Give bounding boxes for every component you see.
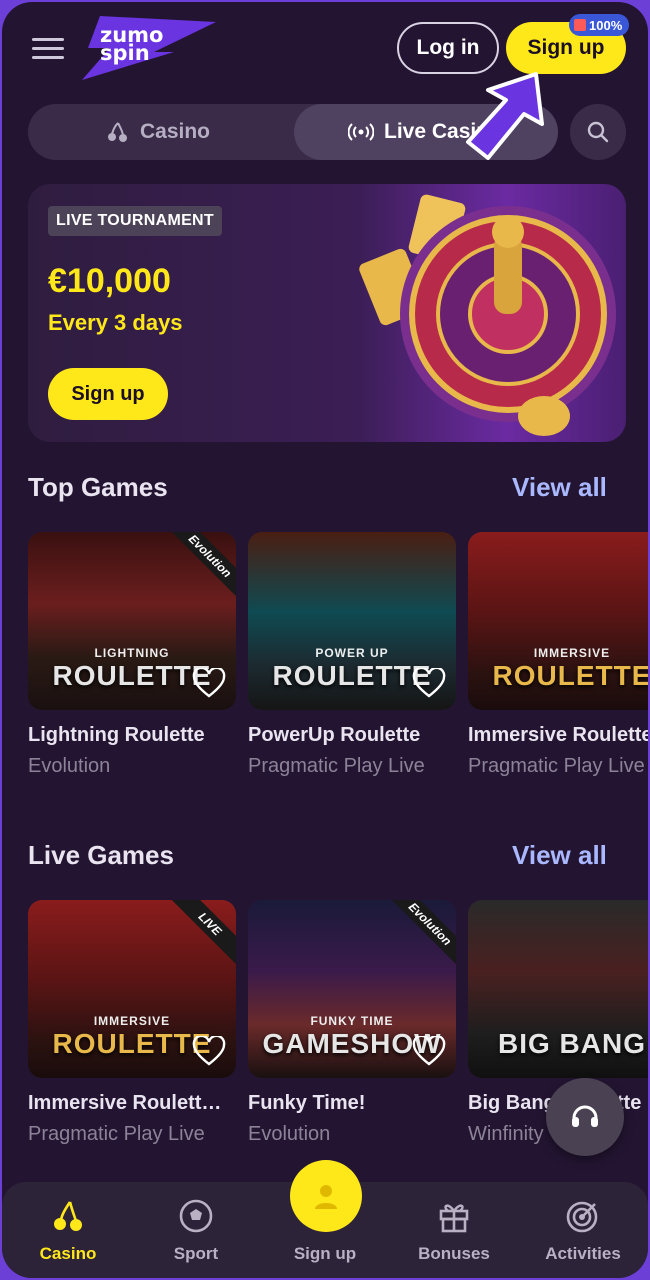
- bonus-badge: 100%: [569, 14, 630, 36]
- game-name: Immersive Roulett…: [28, 1092, 222, 1114]
- nav-bonuses-label: Bonuses: [418, 1244, 490, 1263]
- zumospin-logo[interactable]: zumo spin: [82, 16, 216, 80]
- search-button[interactable]: [570, 104, 626, 160]
- nav-activities-label: Activities: [545, 1244, 621, 1263]
- app-frame: zumo spin Log in Sign up 100% Casino Liv…: [2, 2, 648, 1278]
- cherries-icon: [54, 1201, 82, 1231]
- prize-frequency: Every 3 days: [48, 310, 183, 335]
- prize-amount: €10,000: [48, 262, 171, 300]
- nav-sport-label: Sport: [173, 1244, 219, 1263]
- game-provider: Pragmatic Play Live: [28, 1123, 205, 1145]
- thumbnail-subtitle: IMMERSIVE: [93, 1014, 171, 1028]
- pointer-arrow-icon: [466, 72, 544, 160]
- game-name: Lightning Roulette: [28, 724, 205, 746]
- live-games-view-all[interactable]: View all: [512, 840, 607, 871]
- gift-icon: [574, 19, 586, 31]
- favorite-heart-icon[interactable]: [192, 668, 226, 698]
- tab-casino-label: Casino: [140, 120, 211, 143]
- game-name: PowerUp Roulette: [248, 724, 421, 746]
- logo-text: zumo spin: [100, 25, 163, 64]
- game-card[interactable]: POWER UP ROULETTE PowerUp Roulette Pragm…: [248, 532, 456, 778]
- soccer-ball-icon: [179, 1199, 213, 1233]
- game-thumbnail: FUNKY TIME GAMESHOW Evolution: [248, 900, 456, 1078]
- gift-icon: [439, 1204, 469, 1233]
- game-card[interactable]: IMMERSIVE ROULETTE LIVE Immersive Roulet…: [28, 900, 236, 1146]
- provider-corner-tag: Evolution: [388, 900, 456, 966]
- game-name: Immersive Roulette Deluxe: [468, 724, 648, 746]
- nav-signup-button[interactable]: [290, 1160, 362, 1232]
- tournament-tag: LIVE TOURNAMENT: [48, 206, 222, 236]
- thumbnail-subtitle: LIGHTNING: [94, 646, 170, 660]
- nav-casino[interactable]: Casino: [8, 1182, 128, 1278]
- game-provider: Evolution: [28, 755, 111, 777]
- game-thumbnail: IMMERSIVE ROULETTE LIVE: [28, 900, 236, 1078]
- favorite-heart-icon[interactable]: [412, 1036, 446, 1066]
- tab-casino[interactable]: Casino: [106, 104, 210, 160]
- game-provider: Pragmatic Play Live: [468, 755, 645, 777]
- thumbnail-title: ROULETTE: [492, 660, 648, 691]
- game-name: Funky Time!: [248, 1092, 366, 1114]
- game-provider: Pragmatic Play Live: [248, 755, 425, 777]
- nav-bonuses[interactable]: Bonuses: [394, 1182, 514, 1278]
- nav-activities[interactable]: Activities: [523, 1182, 643, 1278]
- thumbnail-title: BIG BANG: [498, 1028, 646, 1059]
- search-icon: [587, 121, 609, 143]
- nav-casino-label: Casino: [39, 1244, 97, 1263]
- target-icon: [566, 1201, 598, 1233]
- user-icon: [315, 1185, 337, 1209]
- banner-signup-button[interactable]: Sign up: [48, 368, 168, 420]
- badge-text: 100%: [589, 17, 623, 33]
- game-thumbnail: LIGHTNING ROULETTE Evolution: [28, 532, 236, 710]
- game-thumbnail: IMMERSIVE ROULETTE: [468, 532, 648, 710]
- top-games-view-all[interactable]: View all: [512, 472, 607, 503]
- nav-sport[interactable]: Sport: [136, 1182, 256, 1278]
- thumbnail-subtitle: POWER UP: [315, 646, 389, 660]
- thumbnail-subtitle: FUNKY TIME: [310, 1014, 394, 1028]
- game-card[interactable]: IMMERSIVE ROULETTE Immersive Roulette De…: [468, 532, 648, 778]
- game-card[interactable]: LIGHTNING ROULETTE Evolution Lightning R…: [28, 532, 236, 778]
- tournament-banner[interactable]: LIVE TOURNAMENT €10,000 Every 3 days Sig…: [28, 184, 626, 442]
- top-games-title: Top Games: [28, 472, 168, 502]
- headset-icon: [572, 1105, 598, 1127]
- support-chat-button[interactable]: [546, 1078, 624, 1156]
- favorite-heart-icon[interactable]: [412, 668, 446, 698]
- live-games-title: Live Games: [28, 840, 174, 870]
- nav-signup-label: Sign up: [293, 1244, 357, 1263]
- favorite-heart-icon[interactable]: [192, 1036, 226, 1066]
- game-thumbnail: POWER UP ROULETTE: [248, 532, 456, 710]
- roulette-wheel-illustration: [359, 194, 616, 436]
- provider-corner-tag: Evolution: [168, 532, 236, 598]
- live-corner-tag: LIVE: [168, 900, 236, 966]
- game-provider: Evolution: [248, 1123, 331, 1145]
- thumbnail-subtitle: IMMERSIVE: [533, 646, 611, 660]
- game-card[interactable]: FUNKY TIME GAMESHOW Evolution Funky Time…: [248, 900, 456, 1146]
- live-broadcast-icon: [348, 123, 374, 141]
- menu-icon[interactable]: [32, 38, 64, 60]
- cherries-icon: [108, 122, 127, 142]
- game-thumbnail: BIG BANG: [468, 900, 648, 1078]
